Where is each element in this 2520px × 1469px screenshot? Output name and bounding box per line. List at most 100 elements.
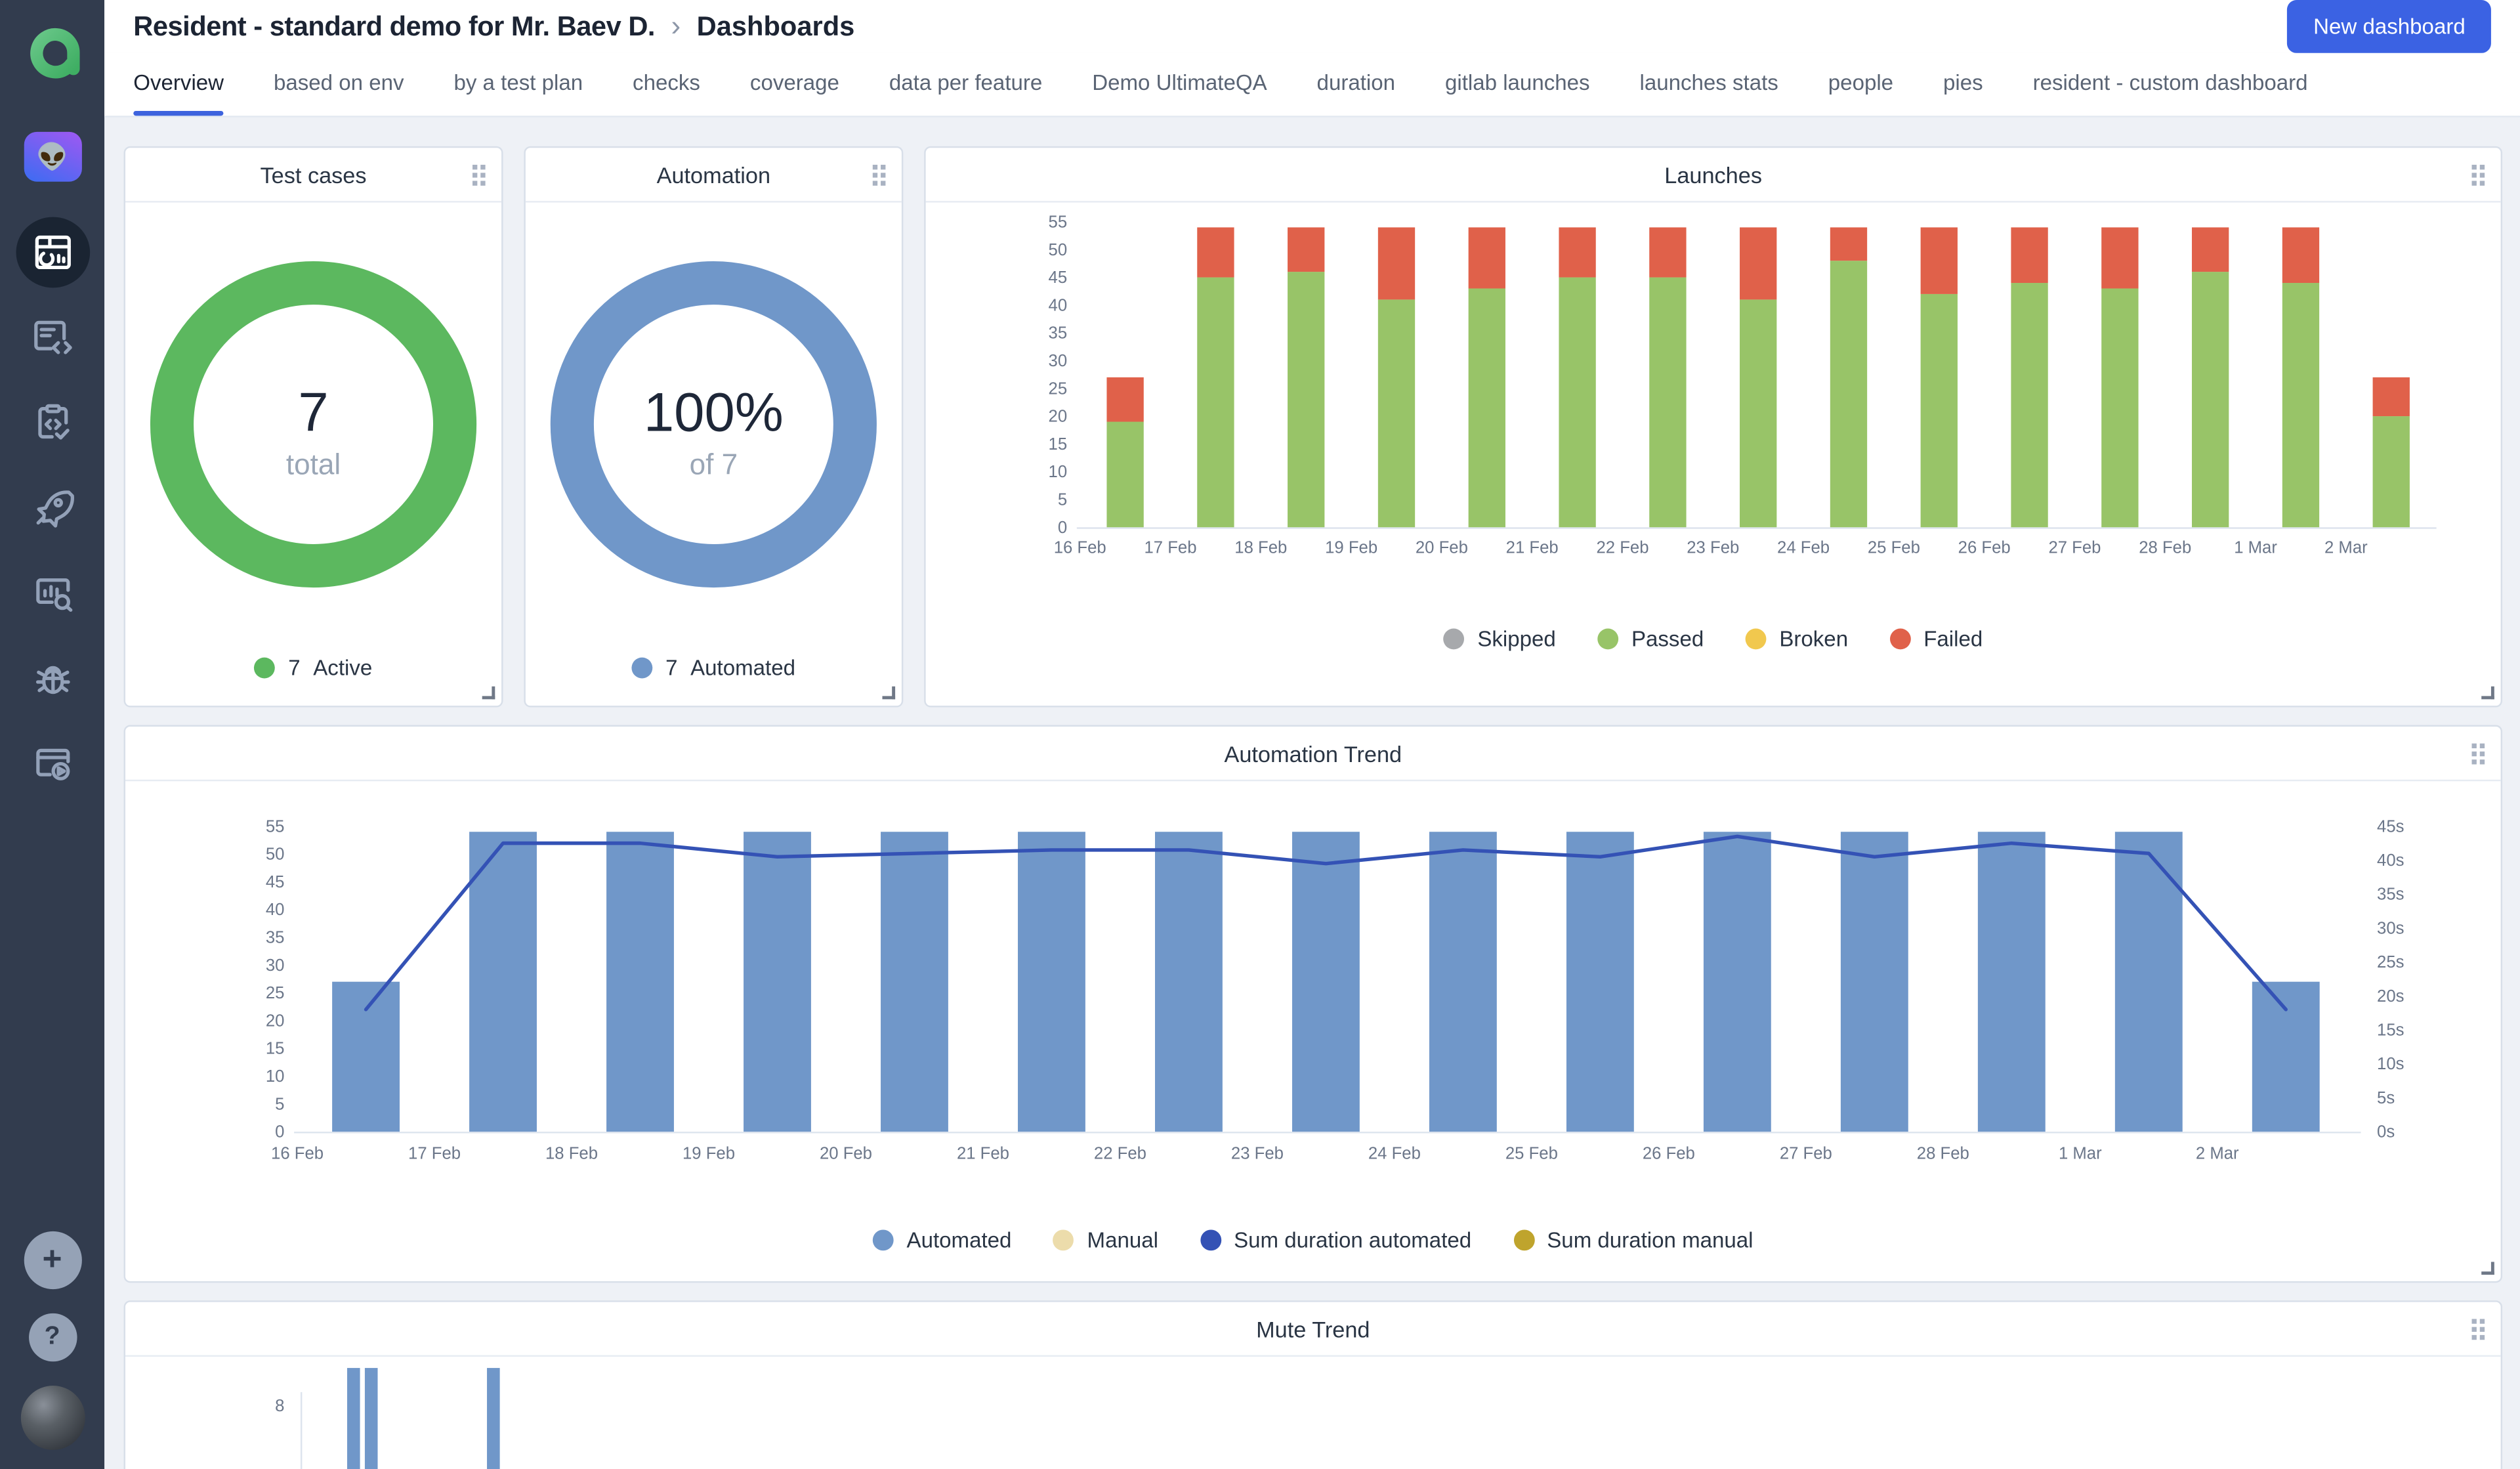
user-avatar[interactable]: [20, 1386, 85, 1450]
bar-failed: [1740, 227, 1776, 299]
bar-failed: [1288, 227, 1324, 272]
svg-text:16 Feb: 16 Feb: [271, 1145, 324, 1163]
widget-title: Test cases: [261, 161, 367, 187]
tab-overview[interactable]: Overview: [133, 53, 224, 116]
test-plans-icon: [28, 398, 76, 446]
new-dashboard-button[interactable]: New dashboard: [2288, 0, 2491, 53]
svg-text:16 Feb: 16 Feb: [1054, 538, 1106, 557]
svg-text:20: 20: [266, 1011, 285, 1030]
drag-handle-icon[interactable]: [2472, 742, 2485, 763]
svg-text:18 Feb: 18 Feb: [1234, 538, 1287, 557]
svg-text:15: 15: [266, 1040, 285, 1058]
tab-checks[interactable]: checks: [633, 53, 700, 116]
help-button[interactable]: ?: [28, 1313, 76, 1361]
bar-passed: [1830, 261, 1867, 527]
bar-passed: [1559, 278, 1595, 528]
widget-automation-trend-header: Automation Trend: [125, 727, 2501, 781]
sidebar-item-jobs[interactable]: [15, 728, 89, 799]
legend-item-active[interactable]: 7Active: [255, 656, 372, 680]
launches-legend: Skipped Passed Broken Failed: [1444, 627, 1983, 651]
drag-handle-icon[interactable]: [2472, 164, 2485, 185]
bar-failed: [1830, 227, 1867, 261]
svg-text:25s: 25s: [2377, 953, 2404, 971]
widget-launches-header: Launches: [926, 148, 2501, 202]
automation-of-label: of 7: [526, 448, 902, 482]
bar-automated: [1566, 832, 1634, 1132]
widget-title: Automation: [657, 161, 770, 187]
automation-trend-chart-area: 05101520253035404550550s5s10s15s20s25s30…: [125, 781, 2501, 1281]
sidebar-item-launches[interactable]: [15, 473, 89, 543]
donut-center: 100% of 7: [526, 383, 902, 482]
resize-handle-icon[interactable]: [2481, 1262, 2494, 1275]
sidebar-item-test-plans[interactable]: [15, 387, 89, 458]
sidebar-item-test-cases[interactable]: [15, 302, 89, 373]
legend-dot-icon: [1200, 1229, 1221, 1250]
tab-people[interactable]: people: [1828, 53, 1893, 116]
tab-data-per-feature[interactable]: data per feature: [889, 53, 1042, 116]
bar-failed: [1469, 227, 1505, 288]
sidebar-item-dashboards[interactable]: [15, 217, 89, 288]
tab-resident-custom-dashboard[interactable]: resident - custom dashboard: [2033, 53, 2308, 116]
breadcrumb-project[interactable]: Resident - standard demo for Mr. Baev D.: [133, 11, 655, 43]
svg-text:25: 25: [266, 984, 285, 1002]
svg-text:2 Mar: 2 Mar: [2196, 1145, 2239, 1163]
tab-demo-ultimateqa[interactable]: Demo UltimateQA: [1092, 53, 1267, 116]
svg-text:0: 0: [1058, 519, 1067, 537]
drag-handle-icon[interactable]: [472, 164, 486, 185]
tab-duration[interactable]: duration: [1317, 53, 1396, 116]
legend-item-automated[interactable]: 7Automated: [632, 656, 795, 680]
svg-text:35: 35: [266, 929, 285, 947]
svg-text:24 Feb: 24 Feb: [1777, 538, 1830, 557]
widget-test-cases: Test cases 7 total 7Active: [124, 146, 503, 708]
bar-passed: [2282, 283, 2319, 527]
svg-text:21 Feb: 21 Feb: [957, 1145, 1009, 1163]
ai-assistant-button[interactable]: 👽: [24, 132, 81, 182]
sidebar-item-analytics[interactable]: [15, 558, 89, 629]
legend-dot-icon: [1890, 629, 1911, 650]
dashboard-tabs: Overview based on env by a test plan checks…: [104, 53, 2520, 117]
resize-handle-icon[interactable]: [882, 687, 895, 700]
test-cases-total-label: total: [125, 448, 501, 482]
svg-text:24 Feb: 24 Feb: [1368, 1145, 1421, 1163]
mute-trend-chart-area: 8: [125, 1357, 2501, 1469]
widget-mute-trend-header: Mute Trend: [125, 1302, 2501, 1357]
legend-item-broken[interactable]: Broken: [1746, 627, 1848, 651]
sidebar-item-defects[interactable]: [15, 643, 89, 714]
create-button[interactable]: +: [24, 1231, 81, 1289]
svg-text:45s: 45s: [2377, 817, 2404, 836]
resize-handle-icon[interactable]: [2481, 687, 2494, 700]
legend-item-sum-duration-automated[interactable]: Sum duration automated: [1200, 1228, 1471, 1252]
svg-text:10: 10: [1049, 463, 1068, 481]
bar-failed: [1921, 227, 1958, 294]
question-icon: ?: [45, 1323, 60, 1352]
bar-automated: [1429, 832, 1497, 1132]
legend-item-automated[interactable]: Automated: [873, 1228, 1011, 1252]
bar-automated: [1978, 832, 2046, 1132]
topbar: Resident - standard demo for Mr. Baev D.…: [104, 0, 2520, 53]
mute-trend-bar-chart: 8: [156, 1357, 2471, 1469]
tab-based-on-env[interactable]: based on env: [274, 53, 404, 116]
legend-item-manual[interactable]: Manual: [1053, 1228, 1158, 1252]
drag-handle-icon[interactable]: [873, 164, 886, 185]
svg-text:20: 20: [1049, 408, 1068, 426]
svg-text:1 Mar: 1 Mar: [2234, 538, 2277, 557]
tab-coverage[interactable]: coverage: [750, 53, 839, 116]
legend-item-passed[interactable]: Passed: [1598, 627, 1704, 651]
svg-text:15s: 15s: [2377, 1021, 2404, 1040]
legend-item-skipped[interactable]: Skipped: [1444, 627, 1556, 651]
tab-gitlab-launches[interactable]: gitlab launches: [1445, 53, 1590, 116]
allure-logo[interactable]: [20, 19, 85, 83]
legend-label: Failed: [1923, 627, 1983, 651]
bar-passed: [2101, 288, 2138, 527]
drag-handle-icon[interactable]: [2472, 1318, 2485, 1339]
legend-item-failed[interactable]: Failed: [1890, 627, 1983, 651]
svg-text:26 Feb: 26 Feb: [1643, 1145, 1695, 1163]
tab-by-a-test-plan[interactable]: by a test plan: [453, 53, 583, 116]
tab-pies[interactable]: pies: [1943, 53, 1983, 116]
legend-item-sum-duration-manual[interactable]: Sum duration manual: [1513, 1228, 1754, 1252]
resize-handle-icon[interactable]: [482, 687, 495, 700]
tab-launches-stats[interactable]: launches stats: [1639, 53, 1778, 116]
automation-chart-area: 100% of 7 7Automated: [526, 203, 902, 706]
legend-value: 7: [288, 656, 300, 680]
legend-label: Passed: [1631, 627, 1704, 651]
